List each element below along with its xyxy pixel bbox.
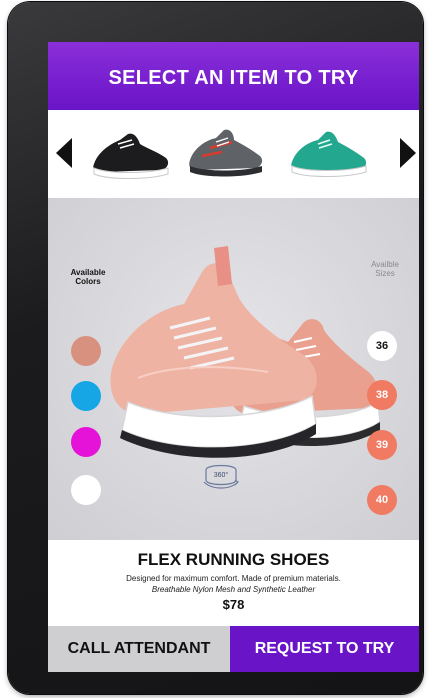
carousel-next-arrow-icon[interactable] [400, 138, 416, 168]
kiosk-device: SELECT AN ITEM TO TRY Available Colors A… [8, 2, 423, 694]
color-swatch-white[interactable] [71, 475, 101, 505]
rotate-360-icon[interactable]: 360° [202, 460, 240, 490]
product-carousel [48, 110, 419, 198]
color-swatch-salmon[interactable] [71, 336, 101, 366]
black-sneaker-icon [93, 133, 169, 179]
carousel-item-teal-sneaker[interactable] [286, 118, 372, 188]
product-price: $78 [222, 597, 245, 612]
carousel-item-gray-sneaker[interactable] [182, 118, 268, 188]
carousel-item-black-sneaker[interactable] [88, 118, 174, 188]
call-attendant-button[interactable]: CALL ATTENDANT [48, 626, 230, 672]
product-material: Breathable Nylon Mesh and Synthetic Leat… [151, 585, 316, 594]
size-option-40[interactable]: 40 [367, 485, 397, 515]
pink-running-shoes-image [110, 246, 381, 458]
product-description: Designed for maximum comfort. Made of pr… [126, 574, 341, 583]
teal-sneaker-icon [291, 131, 367, 177]
carousel-prev-arrow-icon[interactable] [56, 138, 72, 168]
size-option-39[interactable]: 39 [367, 430, 397, 460]
product-showcase: Available Colors Availble Sizes 36 38 39… [48, 198, 419, 540]
request-to-try-button[interactable]: REQUEST TO TRY [230, 626, 419, 672]
page-title: SELECT AN ITEM TO TRY [108, 66, 359, 89]
color-swatch-magenta[interactable] [71, 427, 101, 457]
product-info: FLEX RUNNING SHOES Designed for maximum … [48, 540, 419, 626]
product-name: FLEX RUNNING SHOES [137, 550, 330, 569]
gray-sneaker-icon [189, 129, 263, 177]
rotate-360-label: 360° [214, 471, 229, 479]
color-swatch-cyan[interactable] [71, 381, 101, 411]
kiosk-screen: SELECT AN ITEM TO TRY Available Colors A… [48, 42, 419, 672]
size-option-36[interactable]: 36 [367, 331, 397, 361]
header-banner: SELECT AN ITEM TO TRY [48, 42, 419, 110]
size-option-38[interactable]: 38 [367, 380, 397, 410]
